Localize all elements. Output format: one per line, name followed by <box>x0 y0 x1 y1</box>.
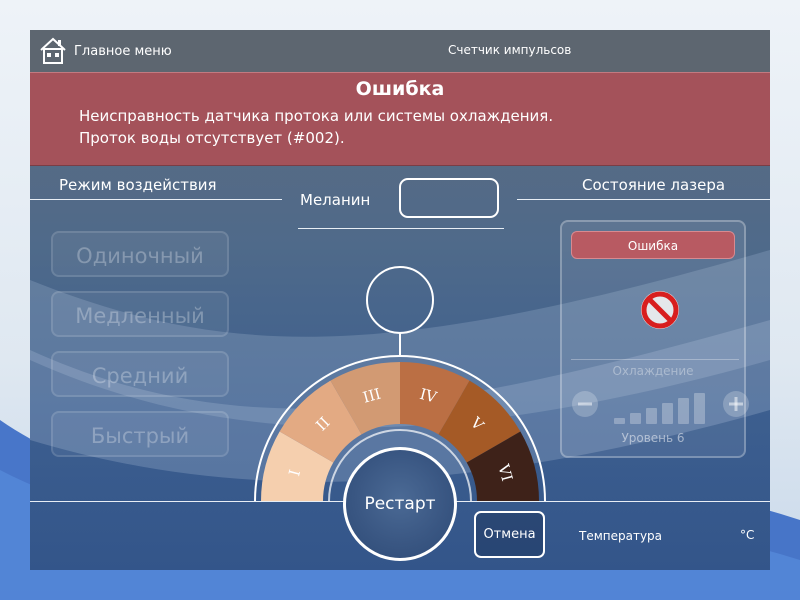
cooling-level-bar-6 <box>694 393 705 424</box>
selected-skin-type-indicator <box>366 266 434 334</box>
plus-icon <box>729 397 743 411</box>
laser-state-panel: Ошибка Охлаждение Уровень 6 <box>560 220 749 458</box>
cooling-decrease-button[interactable] <box>572 391 598 417</box>
cooling-level-bar-5 <box>678 398 689 424</box>
app-window: Главное меню Счетчик импульсов Ошибка Не… <box>30 30 770 570</box>
temperature-unit: °C <box>740 528 755 542</box>
no-entry-icon <box>641 291 679 329</box>
cooling-level-bars <box>614 393 705 424</box>
cooling-level-bar-3 <box>646 408 657 424</box>
restart-button[interactable]: Рестарт <box>343 447 457 561</box>
cooling-level-bar-1 <box>614 418 625 424</box>
laser-status-badge: Ошибка <box>571 231 735 259</box>
minus-icon <box>578 402 592 406</box>
temperature-label: Температура <box>579 529 663 543</box>
cooling-level-label: Уровень 6 <box>621 431 685 445</box>
cooling-level-bar-2 <box>630 413 641 424</box>
cooling-label: Охлаждение <box>612 364 694 378</box>
cooling-increase-button[interactable] <box>723 391 749 417</box>
cooling-level-bar-4 <box>662 403 673 424</box>
cancel-button[interactable]: Отмена <box>474 511 545 558</box>
laser-panel-divider <box>571 359 739 360</box>
